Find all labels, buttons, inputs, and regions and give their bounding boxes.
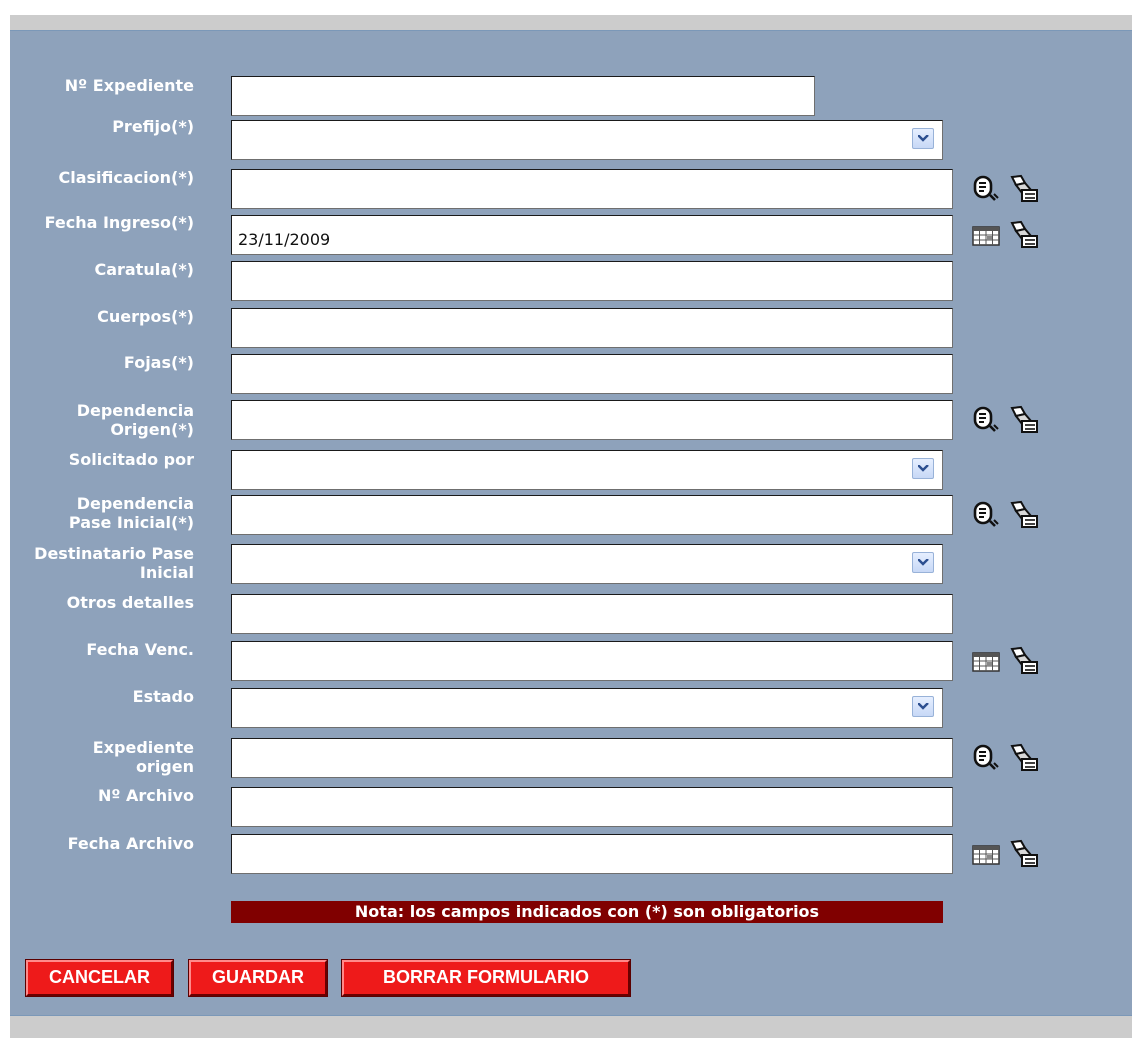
search-icon[interactable]	[970, 404, 1002, 436]
label-solicitado-por: Solicitado por	[68, 450, 194, 469]
clasificacion-input[interactable]	[231, 169, 953, 209]
estado-select[interactable]	[231, 688, 943, 728]
label-cuerpos: Cuerpos(*)	[97, 307, 194, 326]
eraser-icon[interactable]	[1008, 499, 1040, 531]
label-expediente-origen-line2: origen	[135, 757, 194, 776]
reset-form-button[interactable]: BORRAR FORMULARIO	[341, 959, 631, 997]
eraser-icon[interactable]	[1008, 219, 1040, 251]
calendar-icon[interactable]	[970, 838, 1002, 870]
cancel-button[interactable]: CANCELAR	[25, 959, 174, 997]
label-clasificacion: Clasificacion(*)	[58, 168, 194, 187]
bottom-bar	[10, 1015, 1132, 1038]
required-fields-note: Nota: los campos indicados con (*) son o…	[231, 901, 943, 923]
label-destinatario-pase-inicial-line1: Destinatario Pase	[34, 544, 194, 563]
fojas-input[interactable]	[231, 354, 953, 394]
label-dependencia-pase-inicial-line2: Pase Inicial(*)	[68, 513, 194, 532]
cuerpos-input[interactable]	[231, 308, 953, 348]
label-dependencia-origen-line2: Origen(*)	[110, 420, 194, 439]
label-destinatario-pase-inicial: Destinatario Pase Inicial	[4, 544, 194, 582]
search-icon[interactable]	[970, 173, 1002, 205]
calendar-icon[interactable]	[970, 219, 1002, 251]
search-icon[interactable]	[970, 499, 1002, 531]
search-icon[interactable]	[970, 742, 1002, 774]
chevron-down-icon[interactable]	[912, 552, 934, 573]
destinatario-pase-inicial-select[interactable]	[231, 544, 943, 584]
label-fojas: Fojas(*)	[123, 353, 194, 372]
caratula-input[interactable]	[231, 261, 953, 301]
label-nro-archivo: Nº Archivo	[97, 786, 194, 805]
dependencia-origen-input[interactable]	[231, 400, 953, 440]
prefijo-select[interactable]	[231, 120, 943, 160]
label-nro-expediente: Nº Expediente	[64, 76, 194, 95]
label-fecha-venc: Fecha Venc.	[86, 640, 194, 659]
label-estado: Estado	[132, 687, 194, 706]
label-dependencia-pase-inicial-line1: Dependencia	[76, 494, 194, 513]
dependencia-pase-inicial-input[interactable]	[231, 495, 953, 535]
eraser-icon[interactable]	[1008, 404, 1040, 436]
label-otros-detalles: Otros detalles	[66, 593, 194, 612]
label-expediente-origen-line1: Expediente	[92, 738, 194, 757]
calendar-icon[interactable]	[970, 645, 1002, 677]
fecha-archivo-input[interactable]	[231, 834, 953, 874]
label-prefijo: Prefijo(*)	[112, 117, 194, 136]
label-expediente-origen: Expediente origen	[4, 738, 194, 776]
chevron-down-icon[interactable]	[912, 696, 934, 717]
chevron-down-icon[interactable]	[912, 458, 934, 479]
solicitado-por-select[interactable]	[231, 450, 943, 490]
otros-detalles-input[interactable]	[231, 594, 953, 634]
nro-expediente-input[interactable]	[231, 76, 815, 116]
top-bar	[10, 15, 1132, 31]
nro-archivo-input[interactable]	[231, 787, 953, 827]
chevron-down-icon[interactable]	[912, 128, 934, 149]
eraser-icon[interactable]	[1008, 645, 1040, 677]
label-dependencia-origen-line1: Dependencia	[76, 401, 194, 420]
label-dependencia-pase-inicial: Dependencia Pase Inicial(*)	[4, 494, 194, 532]
fecha-ingreso-input[interactable]	[231, 215, 953, 255]
label-caratula: Caratula(*)	[94, 260, 194, 279]
eraser-icon[interactable]	[1008, 742, 1040, 774]
expediente-origen-input[interactable]	[231, 738, 953, 778]
label-fecha-ingreso: Fecha Ingreso(*)	[44, 213, 194, 232]
fecha-venc-input[interactable]	[231, 641, 953, 681]
label-dependencia-origen: Dependencia Origen(*)	[4, 401, 194, 439]
label-destinatario-pase-inicial-line2: Inicial	[139, 563, 194, 582]
eraser-icon[interactable]	[1008, 838, 1040, 870]
label-fecha-archivo: Fecha Archivo	[67, 834, 194, 853]
page: Nº Expediente Prefijo(*) Clasificacion(*…	[0, 0, 1132, 1038]
save-button[interactable]: GUARDAR	[188, 959, 328, 997]
eraser-icon[interactable]	[1008, 173, 1040, 205]
